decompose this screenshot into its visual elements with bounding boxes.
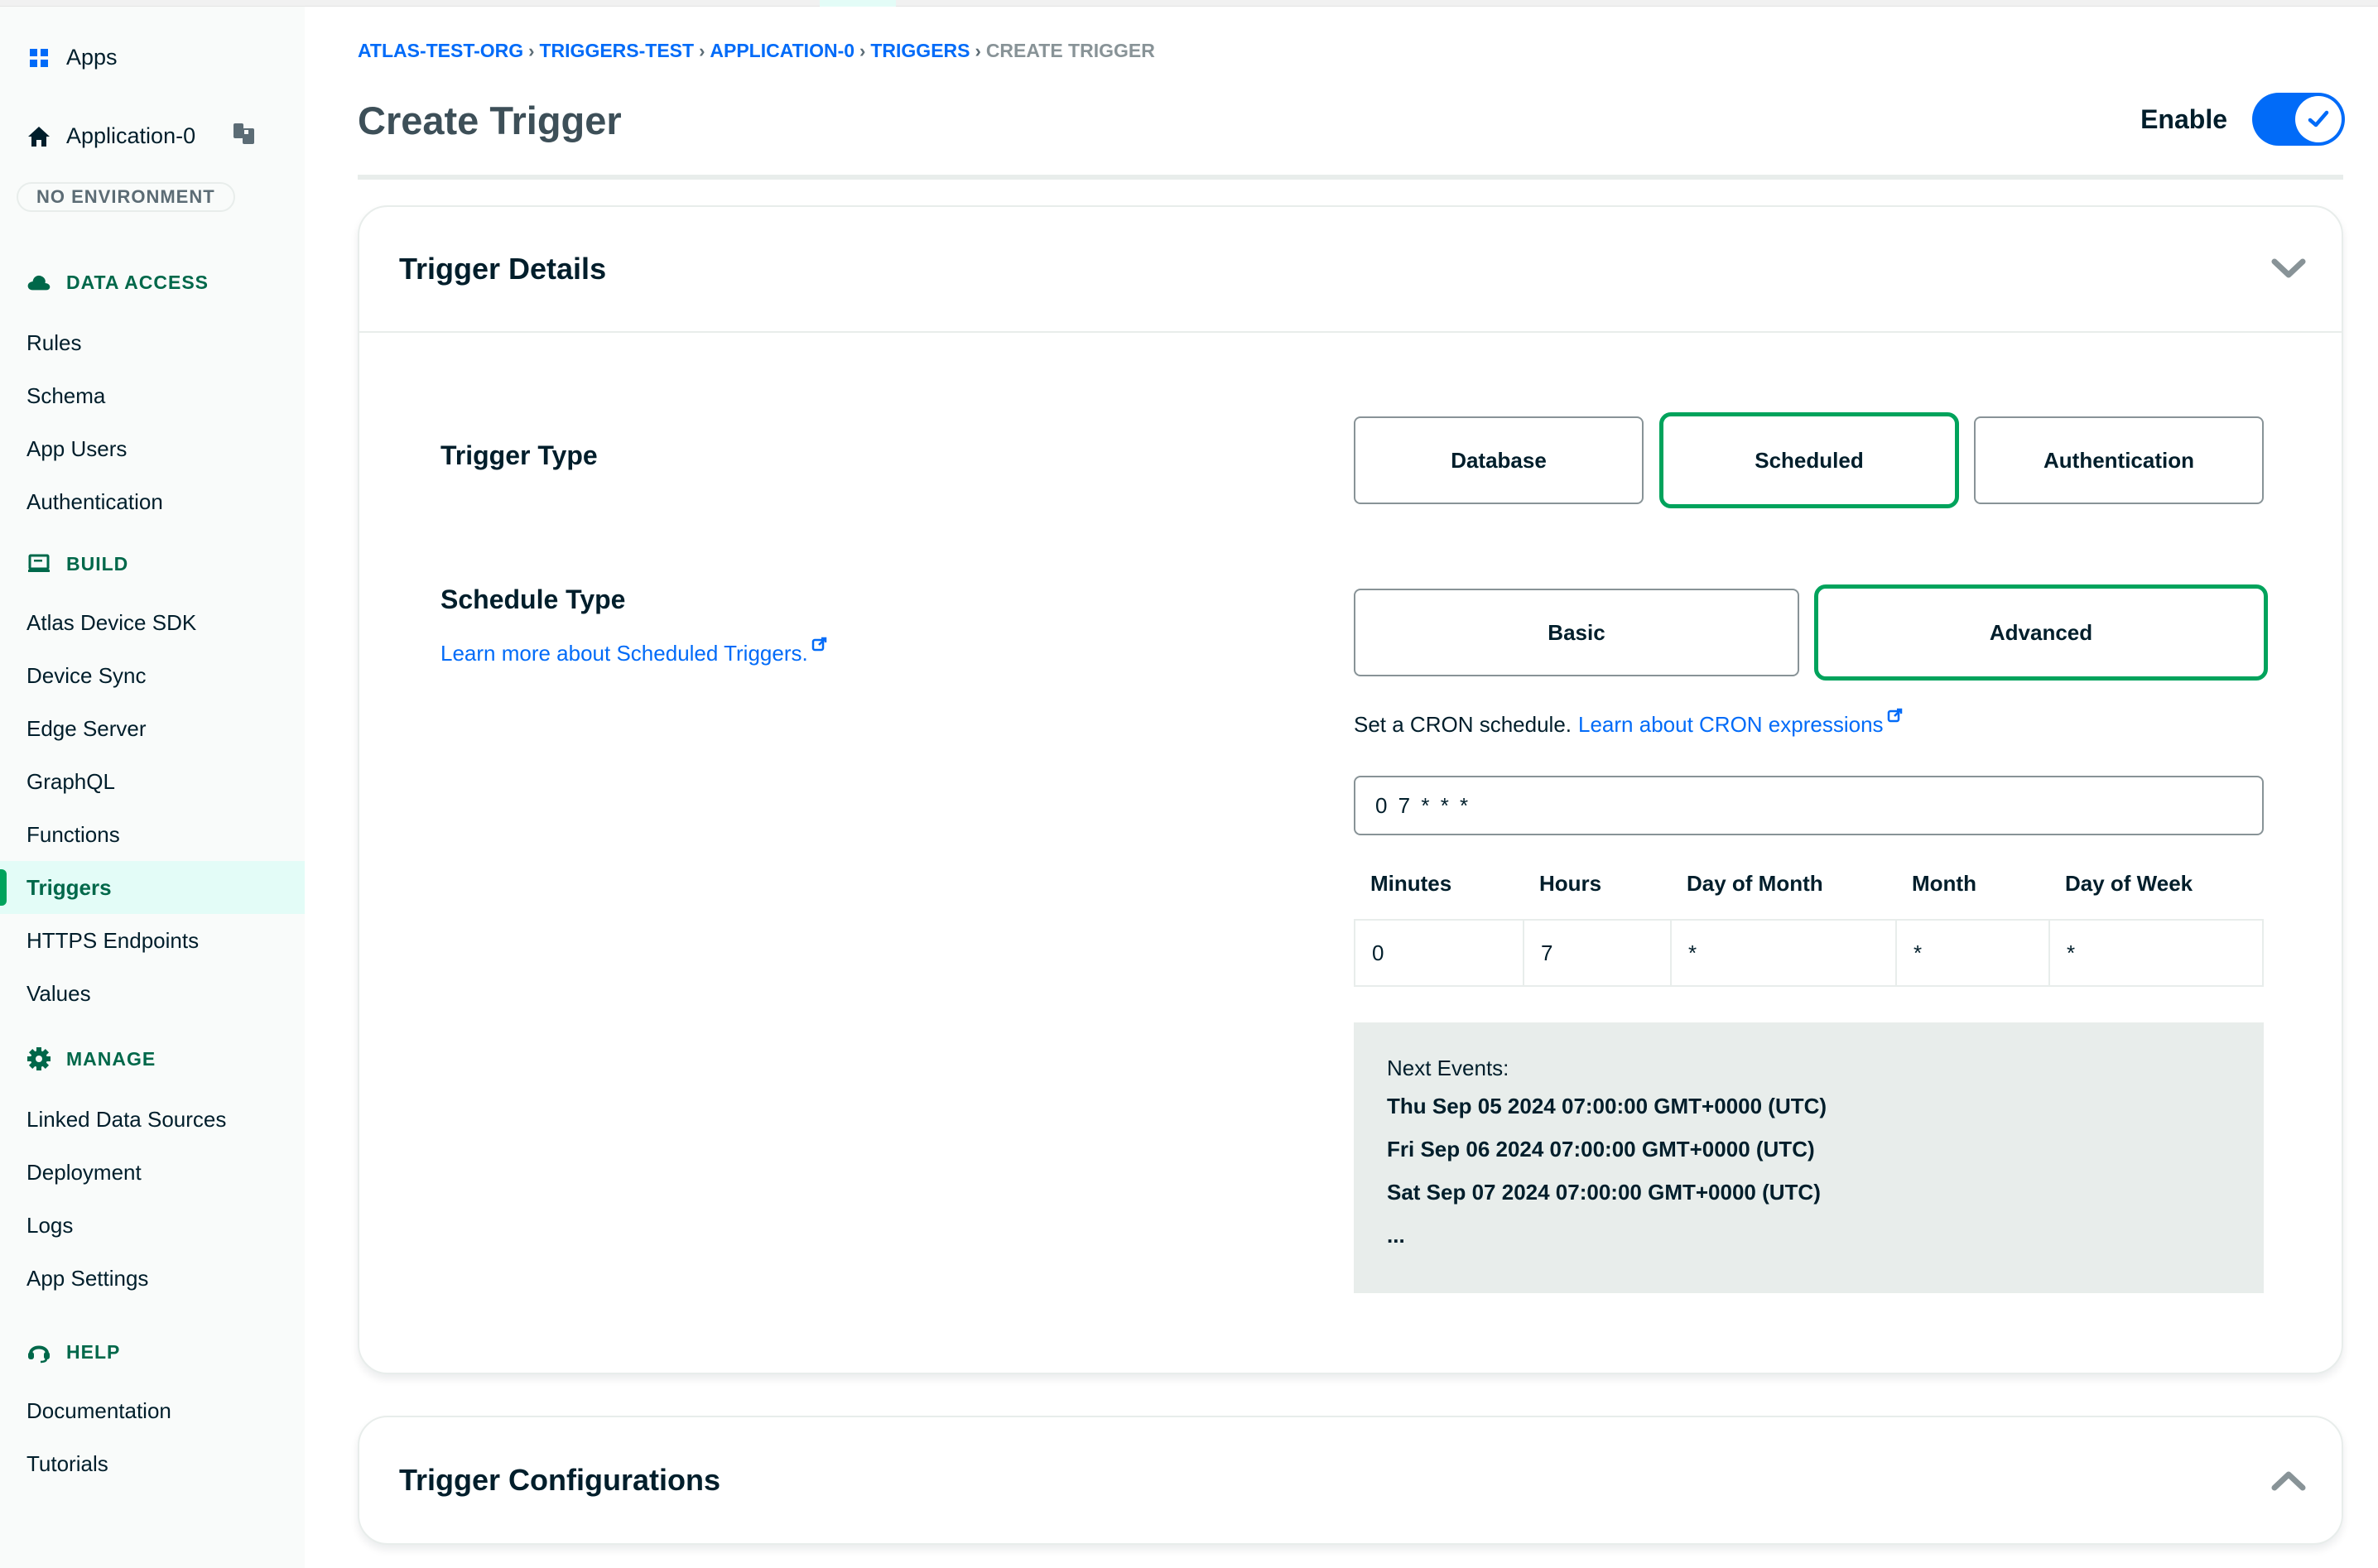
cron-help-label: Set a CRON schedule.	[1354, 712, 1572, 737]
trigger-type-authentication-button[interactable]: Authentication	[1974, 416, 2264, 504]
sidebar-item-atlas-device-sdk[interactable]: Atlas Device SDK	[0, 596, 305, 649]
breadcrumb-separator: ›	[859, 40, 866, 61]
trigger-configurations-title: Trigger Configurations	[399, 1463, 721, 1497]
section-manage: MANAGE	[26, 1046, 156, 1071]
enable-toggle-group: Enable	[2140, 93, 2345, 146]
sidebar-item-functions[interactable]: Functions	[0, 808, 305, 861]
section-title: DATA ACCESS	[66, 271, 209, 293]
environment-badge: NO ENVIRONMENT	[17, 182, 235, 212]
gear-icon	[26, 1046, 51, 1071]
next-events-title: Next Events:	[1387, 1056, 1509, 1080]
breadcrumb-separator: ›	[699, 40, 705, 61]
sidebar-item-deployment[interactable]: Deployment	[0, 1146, 305, 1199]
sidebar-item-authentication[interactable]: Authentication	[0, 475, 305, 528]
cron-expression-input[interactable]	[1354, 776, 2264, 835]
cron-hours-field[interactable]: 7	[1523, 919, 1672, 987]
sidebar-item-documentation[interactable]: Documentation	[0, 1384, 305, 1437]
section-build: BUILD	[26, 551, 128, 576]
sidebar-item-schema[interactable]: Schema	[0, 369, 305, 422]
cron-month-field[interactable]: *	[1895, 919, 2050, 987]
top-bar	[0, 0, 2378, 7]
section-title: HELP	[66, 1340, 121, 1363]
enable-label: Enable	[2140, 103, 2227, 134]
cron-minutes-field[interactable]: 0	[1354, 919, 1524, 987]
checkmark-icon	[2308, 110, 2329, 127]
cloud-icon	[26, 270, 51, 295]
next-events-more: ...	[1387, 1223, 1405, 1248]
chevron-down-icon[interactable]	[2269, 249, 2308, 289]
sidebar-item-values[interactable]: Values	[0, 967, 305, 1020]
copy-icon[interactable]	[232, 121, 257, 152]
trigger-details-card: Trigger Details Trigger Type Database Sc…	[358, 205, 2343, 1374]
sidebar-item-linked-data-sources[interactable]: Linked Data Sources	[0, 1093, 305, 1146]
breadcrumb-project[interactable]: TRIGGERS-TEST	[540, 40, 695, 62]
breadcrumb: ATLAS-TEST-ORG › TRIGGERS-TEST › APPLICA…	[358, 40, 1155, 62]
cron-column-day-of-month: Day of Month	[1687, 871, 1823, 896]
sidebar-item-tutorials[interactable]: Tutorials	[0, 1437, 305, 1490]
breadcrumb-current: CREATE TRIGGER	[985, 40, 1155, 61]
apps-grid-icon	[26, 46, 51, 70]
learn-more-scheduled-triggers-link[interactable]: Learn more about Scheduled Triggers.	[440, 637, 828, 666]
schedule-type-basic-button[interactable]: Basic	[1354, 589, 1799, 676]
trigger-details-header[interactable]: Trigger Details	[359, 207, 2342, 333]
schedule-type-label: Schedule Type	[440, 584, 626, 614]
sidebar-item-rules[interactable]: Rules	[0, 316, 305, 369]
breadcrumb-triggers[interactable]: TRIGGERS	[870, 40, 970, 62]
sidebar-app-home[interactable]: Application-0	[26, 121, 257, 152]
headset-icon	[26, 1340, 51, 1364]
sidebar-item-https-endpoints[interactable]: HTTPS Endpoints	[0, 914, 305, 967]
sidebar-item-app-settings[interactable]: App Settings	[0, 1252, 305, 1305]
trigger-type-label: Trigger Type	[440, 440, 598, 470]
toggle-knob	[2295, 96, 2342, 142]
page-title: Create Trigger	[358, 99, 622, 142]
external-link-icon	[811, 637, 826, 652]
cron-column-day-of-week: Day of Week	[2065, 871, 2193, 896]
title-divider	[358, 175, 2343, 180]
sidebar-item-device-sync[interactable]: Device Sync	[0, 649, 305, 702]
laptop-icon	[26, 551, 51, 576]
sidebar-apps-link[interactable]: Apps	[26, 45, 118, 70]
sidebar: Apps Application-0 NO ENVIRONMENT DATA A…	[0, 7, 305, 1568]
sidebar-item-logs[interactable]: Logs	[0, 1199, 305, 1252]
breadcrumb-application[interactable]: APPLICATION-0	[710, 40, 854, 62]
next-event-item: Sat Sep 07 2024 07:00:00 GMT+0000 (UTC)	[1387, 1180, 1821, 1205]
schedule-type-advanced-button[interactable]: Advanced	[1814, 584, 2268, 681]
breadcrumb-separator: ›	[975, 40, 981, 61]
breadcrumb-separator: ›	[528, 40, 535, 61]
cron-column-hours: Hours	[1539, 871, 1602, 896]
chevron-up-icon[interactable]	[2269, 1460, 2308, 1500]
cron-help-text: Set a CRON schedule. Learn about CRON ex…	[1354, 708, 1904, 738]
trigger-configurations-card: Trigger Configurations	[358, 1416, 2343, 1545]
next-event-item: Thu Sep 05 2024 07:00:00 GMT+0000 (UTC)	[1387, 1094, 1827, 1118]
apps-label: Apps	[66, 45, 118, 70]
trigger-details-title: Trigger Details	[399, 252, 607, 286]
section-title: BUILD	[66, 552, 129, 575]
sidebar-item-triggers[interactable]: Triggers	[0, 861, 305, 914]
next-events-panel: Next Events: Thu Sep 05 2024 07:00:00 GM…	[1354, 1022, 2264, 1293]
learn-more-text: Learn more about Scheduled Triggers.	[440, 641, 808, 666]
trigger-type-database-button[interactable]: Database	[1354, 416, 1644, 504]
cron-column-minutes: Minutes	[1370, 871, 1452, 896]
cron-day-of-week-field[interactable]: *	[2048, 919, 2264, 987]
section-data-access: DATA ACCESS	[26, 270, 209, 295]
trigger-configurations-header[interactable]: Trigger Configurations	[359, 1417, 2342, 1543]
sidebar-item-app-users[interactable]: App Users	[0, 422, 305, 475]
section-title: MANAGE	[66, 1047, 156, 1070]
trigger-type-scheduled-button[interactable]: Scheduled	[1659, 412, 1959, 508]
enable-toggle[interactable]	[2252, 93, 2345, 146]
top-bar-active-indicator	[820, 0, 896, 7]
app-name: Application-0	[66, 123, 196, 148]
breadcrumb-org[interactable]: ATLAS-TEST-ORG	[358, 40, 523, 62]
cron-column-month: Month	[1912, 871, 1976, 896]
sidebar-item-edge-server[interactable]: Edge Server	[0, 702, 305, 755]
external-link-icon	[1887, 708, 1902, 723]
learn-cron-expressions-link[interactable]: Learn about CRON expressions	[1578, 712, 1884, 738]
home-icon	[26, 124, 51, 149]
cron-day-of-month-field[interactable]: *	[1670, 919, 1897, 987]
sidebar-item-graphql[interactable]: GraphQL	[0, 755, 305, 808]
next-event-item: Fri Sep 06 2024 07:00:00 GMT+0000 (UTC)	[1387, 1137, 1815, 1162]
section-help: HELP	[26, 1340, 120, 1364]
